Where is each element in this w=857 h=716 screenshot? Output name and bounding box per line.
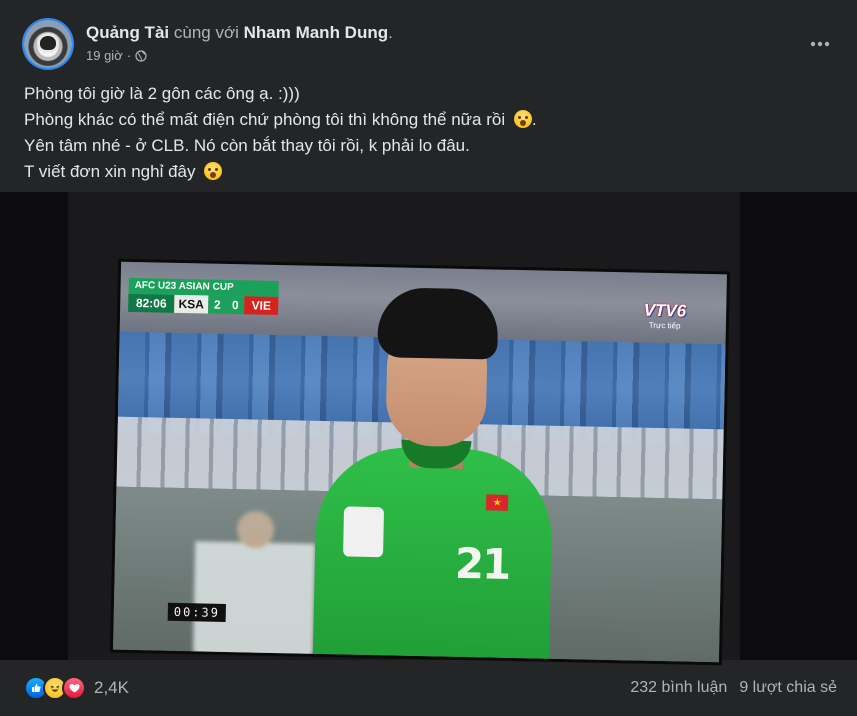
- scorebug: AFC U23 ASIAN CUP 82:06 KSA 2 0 VIE: [128, 277, 279, 315]
- post-meta: 19 giờ ·: [86, 48, 147, 63]
- jersey-number: 21: [454, 538, 510, 589]
- tagged-name[interactable]: Nham Manh Dung: [244, 23, 389, 42]
- post-line: Phòng khác có thể mất điện chứ phòng tôi…: [24, 110, 537, 129]
- period: .: [388, 23, 393, 42]
- post-time[interactable]: 19 giờ: [86, 48, 123, 63]
- tv-screen: ★ 21 AFC U23 ASIAN CUP 82:06 KSA 2 0 VIE…: [113, 261, 727, 663]
- broadcaster-name: VTV6: [643, 300, 687, 321]
- love-icon: [62, 676, 86, 700]
- reaction-count[interactable]: 2,4K: [94, 678, 129, 698]
- background-player: [192, 496, 317, 659]
- player-clock: 00:39: [167, 602, 227, 622]
- post-card: Quảng Tài cùng với Nham Manh Dung. 19 gi…: [0, 0, 857, 716]
- vietnam-flag-icon: ★: [486, 494, 509, 511]
- shares-count[interactable]: 9 lượt chia sẻ: [739, 679, 837, 697]
- away-score: 0: [226, 295, 245, 315]
- home-team: KSA: [174, 294, 209, 314]
- more-options-button[interactable]: [803, 26, 837, 60]
- avatar[interactable]: [24, 20, 72, 68]
- post-line: Phòng tôi giờ là 2 gôn các ông ạ. :))): [24, 84, 300, 103]
- reactions[interactable]: 2,4K: [24, 676, 129, 700]
- goalkeeper: ★ 21: [312, 286, 554, 663]
- post-header: Quảng Tài cùng với Nham Manh Dung. 19 gi…: [24, 20, 837, 68]
- away-team: VIE: [244, 296, 279, 315]
- hair: [377, 287, 499, 360]
- comments-count[interactable]: 232 bình luận: [630, 679, 727, 697]
- post-footer: 2,4K 232 bình luận 9 lượt chia sẻ: [24, 670, 837, 706]
- globe-icon: [135, 49, 147, 62]
- score-row: 82:06 KSA 2 0 VIE: [128, 293, 279, 315]
- broadcaster-logo: VTV6 Trực tiếp: [643, 301, 686, 331]
- sleeve-patch: [343, 506, 385, 558]
- post-text: Phòng tôi giờ là 2 gôn các ông ạ. :))) P…: [24, 81, 824, 185]
- home-score: 2: [208, 295, 227, 314]
- shocked-emoji-icon: [513, 110, 532, 128]
- live-label: Trực tiếp: [648, 320, 681, 331]
- author-line: Quảng Tài cùng với Nham Manh Dung.: [86, 23, 393, 43]
- match-clock: 82:06: [128, 293, 175, 313]
- post-line: T viết đơn xin nghỉ đây: [24, 159, 824, 185]
- author-name[interactable]: Quảng Tài: [86, 23, 169, 42]
- shocked-emoji-icon: [204, 162, 223, 180]
- more-horizontal-icon: [810, 34, 830, 52]
- engagement-counts: 232 bình luận 9 lượt chia sẻ: [630, 679, 837, 697]
- post-line: Yên tâm nhé - ở CLB. Nó còn bắt thay tôi…: [24, 136, 470, 155]
- meta-separator: ·: [126, 48, 132, 63]
- with-text: cùng với: [173, 23, 239, 42]
